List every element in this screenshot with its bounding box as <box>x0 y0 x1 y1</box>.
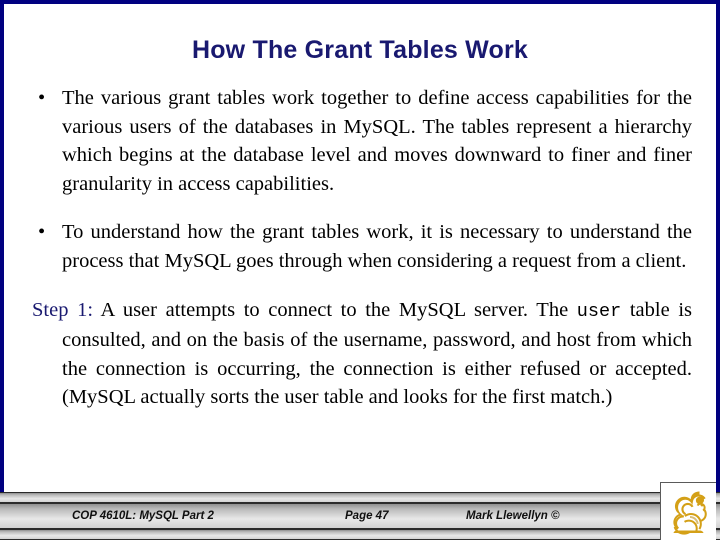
footer-course-label: COP 4610L: MySQL Part 2 <box>72 510 214 522</box>
footer-page-number: Page 47 <box>345 510 389 522</box>
step-paragraph: Step 1: A user attempts to connect to th… <box>30 296 692 412</box>
step-code-token: user <box>576 300 622 322</box>
slide-border-right <box>716 0 720 492</box>
step-text-before-code: A user attempts to connect to the MySQL … <box>93 298 577 321</box>
bullet-item-2: • To understand how the grant tables wor… <box>30 218 692 275</box>
slide-title: How The Grant Tables Work <box>191 36 529 64</box>
step-label: Step 1: <box>32 298 94 321</box>
slide-border-top <box>0 0 720 4</box>
bullet-point-icon: • <box>38 221 46 244</box>
footer-bar-bottom <box>0 529 720 540</box>
footer-bar-top <box>0 492 720 503</box>
bullet-text-1: The various grant tables work together t… <box>62 87 692 195</box>
bullet-text-2: To understand how the grant tables work,… <box>62 221 692 272</box>
slide-body: • The various grant tables work together… <box>30 84 692 412</box>
slide-border-left <box>0 0 4 492</box>
ucf-pegasus-logo <box>660 482 716 540</box>
bullet-point-icon: • <box>38 87 46 109</box>
step-paragraph-text: Step 1: A user attempts to connect to th… <box>32 296 692 412</box>
presentation-slide: How The Grant Tables Work • The various … <box>0 0 720 540</box>
bullet-item-1: • The various grant tables work together… <box>30 84 692 198</box>
footer-author-label: Mark Llewellyn © <box>466 510 560 522</box>
slide-footer: COP 4610L: MySQL Part 2 Page 47 Mark Lle… <box>0 488 720 540</box>
